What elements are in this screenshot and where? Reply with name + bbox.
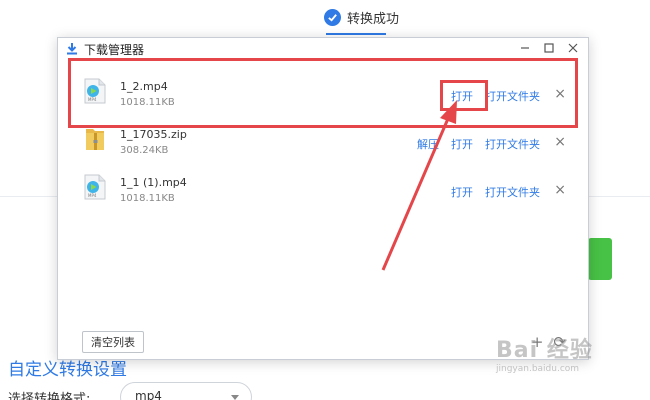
video-file-icon: MP4	[84, 78, 106, 104]
file-name: 1_17035.zip	[120, 128, 187, 141]
file-name: 1_2.mp4	[120, 80, 168, 93]
download-item: MP4 1_1 (1).mp4 1018.11KB 打开 打开文件夹 ×	[58, 160, 588, 208]
remove-item-icon[interactable]: ×	[554, 134, 566, 150]
conversion-status: 转换成功	[324, 8, 399, 27]
download-manager-window: 下载管理器 MP4 1_2.mp4 1018.11KB 打开 打开文件夹 × 1…	[57, 37, 589, 360]
open-folder-link[interactable]: 打开文件夹	[485, 88, 540, 104]
zip-file-icon	[84, 126, 106, 152]
window-titlebar: 下载管理器	[58, 38, 588, 60]
remove-item-icon[interactable]: ×	[554, 182, 566, 198]
maximize-icon[interactable]	[542, 41, 556, 55]
close-icon[interactable]	[566, 41, 580, 55]
chevron-down-icon	[231, 395, 239, 400]
video-file-icon: MP4	[84, 174, 106, 200]
baidu-jingyan-watermark: Bai 经验 jingyan.baidu.com	[496, 332, 593, 374]
download-list: MP4 1_2.mp4 1018.11KB 打开 打开文件夹 × 1_17035…	[58, 64, 588, 204]
file-size: 1018.11KB	[120, 193, 175, 204]
open-folder-link[interactable]: 打开文件夹	[485, 184, 540, 200]
extract-link[interactable]: 解压	[417, 136, 439, 152]
open-link[interactable]: 打开	[451, 88, 473, 104]
format-select-value: mp4	[135, 389, 162, 400]
download-item: MP4 1_2.mp4 1018.11KB 打开 打开文件夹 ×	[58, 64, 588, 112]
file-size: 308.24KB	[120, 145, 169, 156]
success-check-icon	[324, 9, 341, 26]
remove-item-icon[interactable]: ×	[554, 86, 566, 102]
svg-text:MP4: MP4	[88, 193, 97, 198]
open-link[interactable]: 打开	[451, 184, 473, 200]
open-link[interactable]: 打开	[451, 136, 473, 152]
download-icon	[66, 40, 78, 59]
watermark-url: jingyan.baidu.com	[496, 364, 580, 374]
download-item: 1_17035.zip 308.24KB 解压 打开 打开文件夹 ×	[58, 112, 588, 160]
file-size: 1018.11KB	[120, 97, 175, 108]
format-label: 选择转换格式:	[8, 392, 91, 400]
open-folder-link[interactable]: 打开文件夹	[485, 136, 540, 152]
format-select[interactable]: mp4	[120, 382, 252, 400]
clear-list-button[interactable]: 清空列表	[82, 331, 144, 353]
minimize-icon[interactable]	[518, 41, 532, 55]
status-underline	[326, 33, 386, 35]
svg-text:MP4: MP4	[88, 97, 97, 102]
file-name: 1_1 (1).mp4	[120, 176, 187, 189]
watermark-brand: Bai 经验	[496, 338, 593, 363]
status-text: 转换成功	[347, 12, 400, 27]
window-title: 下载管理器	[84, 42, 145, 57]
convert-button-edge[interactable]	[588, 238, 612, 280]
